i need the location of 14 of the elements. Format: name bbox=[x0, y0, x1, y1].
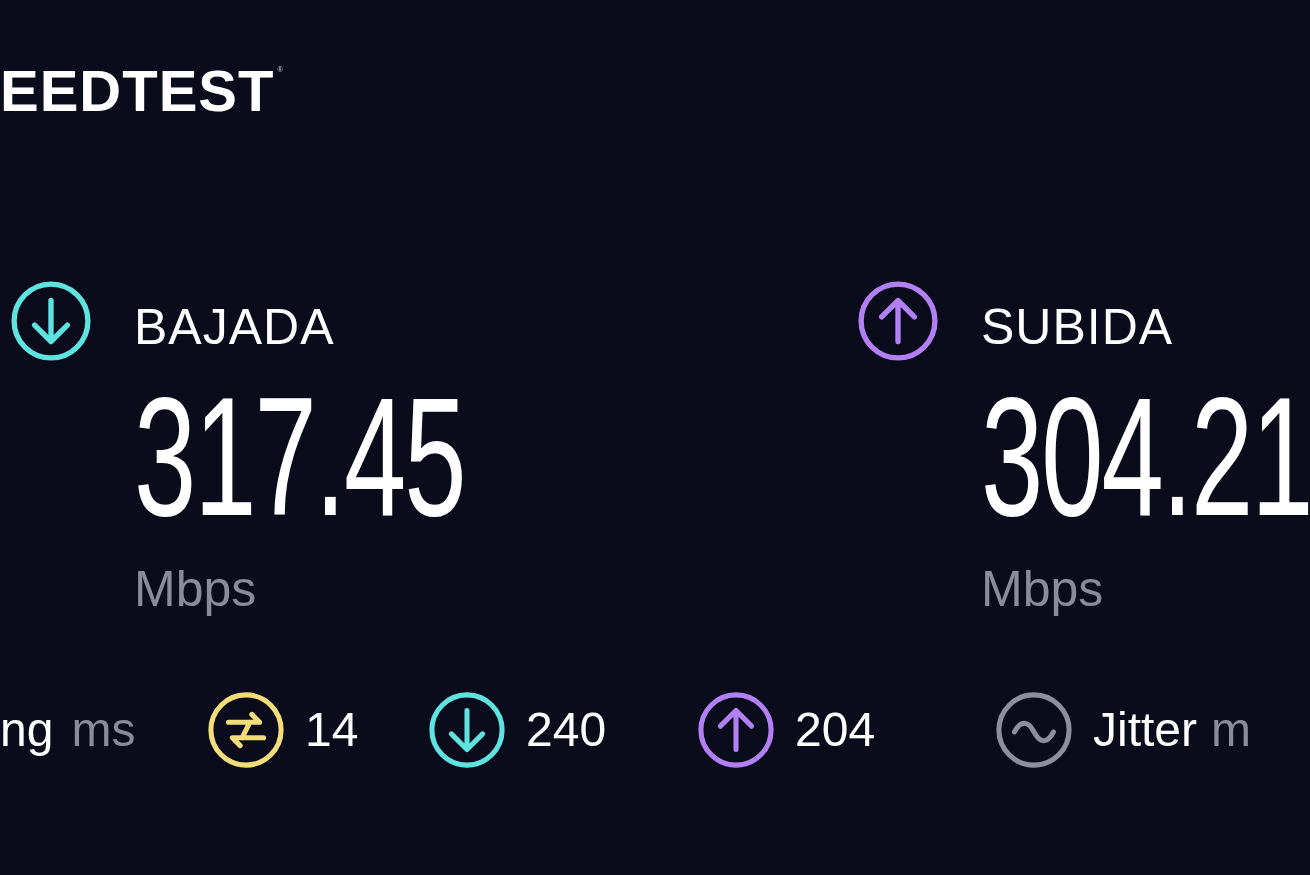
unit-label: m bbox=[1211, 706, 1251, 754]
latency-value: 14 bbox=[305, 706, 359, 754]
speed-value: 304.21 bbox=[981, 374, 1310, 542]
metric-label: SUBIDA bbox=[981, 302, 1174, 352]
ping-label: ng bbox=[0, 706, 54, 754]
unit-label: Mbps bbox=[134, 564, 257, 614]
unit-label: Mbps bbox=[981, 564, 1104, 614]
metric-label: BAJADA bbox=[134, 302, 335, 352]
unit-label: ms bbox=[71, 706, 136, 754]
brand-logo: EEDTEST bbox=[0, 62, 275, 120]
jitter-label: Jitter bbox=[1093, 706, 1197, 754]
latency-value: 204 bbox=[795, 706, 876, 754]
latency-value: 240 bbox=[526, 706, 607, 754]
speed-value: 317.45 bbox=[134, 374, 465, 542]
